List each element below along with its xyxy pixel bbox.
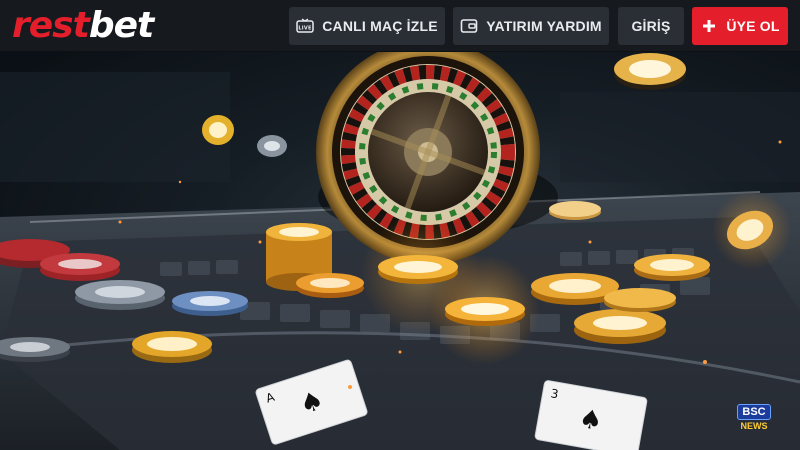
wallet-icon [460, 18, 478, 34]
signup-button[interactable]: ÜYE OL [692, 7, 788, 45]
signup-label: ÜYE OL [726, 18, 780, 34]
live-match-button[interactable]: LIVE CANLI MAÇ İZLE [289, 7, 445, 45]
svg-text:LIVE: LIVE [299, 26, 313, 32]
top-navbar: restbet LIVE CANLI MAÇ İZLE YATIRIM YARD… [0, 0, 800, 52]
live-match-label: CANLI MAÇ İZLE [322, 18, 438, 34]
login-label: GİRİŞ [631, 18, 671, 34]
live-tv-icon: LIVE [296, 18, 314, 34]
bsc-news-watermark: BSC NEWS [734, 402, 774, 432]
hero-banner: ♠ A ♠ 3 BSC NEWS [0, 52, 800, 450]
casino-roulette-chips-cards-illustration: ♠ A ♠ 3 [0, 52, 800, 450]
restbet-logo[interactable]: restbet [12, 6, 154, 46]
deposit-help-button[interactable]: YATIRIM YARDIM [453, 7, 609, 45]
login-button[interactable]: GİRİŞ [618, 7, 684, 45]
deposit-help-label: YATIRIM YARDIM [486, 18, 602, 34]
plus-icon [700, 18, 718, 34]
